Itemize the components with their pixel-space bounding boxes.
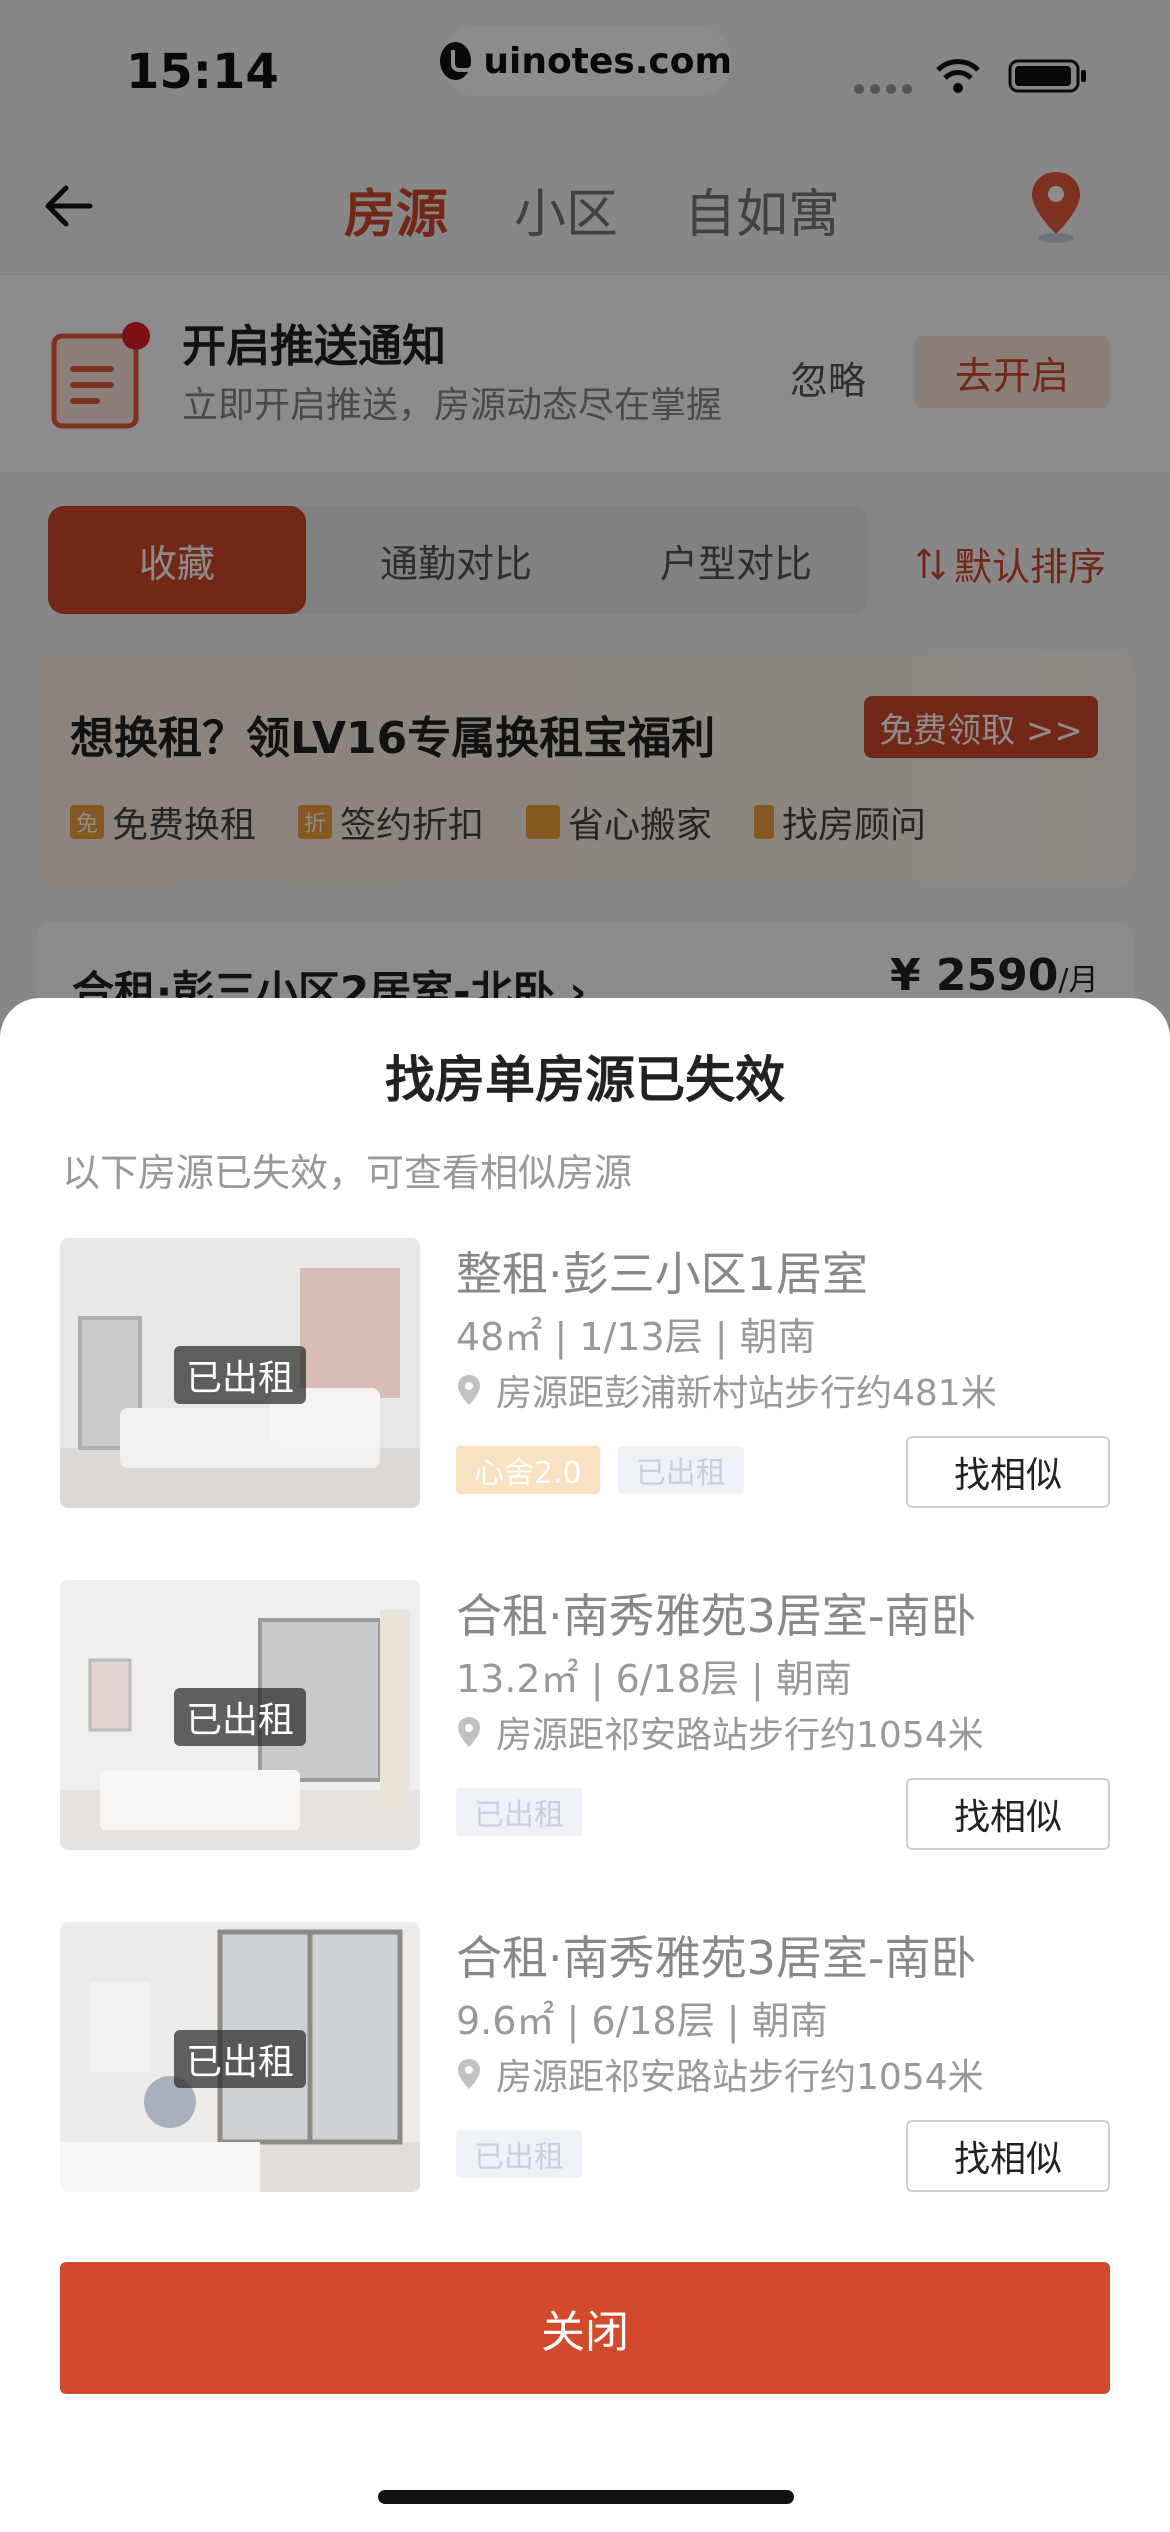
home-indicator[interactable] (378, 2490, 794, 2504)
map-pin-icon (458, 2059, 480, 2089)
listing-photo[interactable]: 已出租 (60, 1580, 420, 1850)
listing-meta: 13.2㎡ | 6/18层 | 朝南 (456, 1657, 852, 1701)
rented-tag: 已出租 (456, 1788, 582, 1836)
listing-location: 房源距祁安路站步行约1054米 (456, 2048, 984, 2100)
rented-overlay-label: 已出租 (174, 2030, 306, 2088)
listing-title[interactable]: 整租·彭三小区1居室 (456, 1238, 868, 1304)
listing-photo[interactable]: 已出租 (60, 1922, 420, 2192)
find-similar-button[interactable]: 找相似 (906, 2120, 1110, 2192)
rented-tag: 已出租 (617, 1446, 744, 1494)
location-text: 房源距祁安路站步行约1054米 (496, 1715, 984, 1756)
close-button[interactable]: 关闭 (60, 2262, 1110, 2394)
map-pin-icon (458, 1375, 480, 1405)
listing-tags: 心舍2.0 已出租 (456, 1446, 744, 1494)
listing-title[interactable]: 合租·南秀雅苑3居室-南卧 (456, 1580, 977, 1646)
find-similar-button[interactable]: 找相似 (906, 1778, 1110, 1850)
find-similar-button[interactable]: 找相似 (906, 1436, 1110, 1508)
rented-overlay-label: 已出租 (174, 1346, 306, 1404)
location-text: 房源距祁安路站步行约1054米 (496, 2057, 984, 2098)
listing-meta: 48㎡ | 1/13层 | 朝南 (456, 1315, 816, 1359)
listing-location: 房源距祁安路站步行约1054米 (456, 1706, 984, 1758)
listing-location: 房源距彭浦新村站步行约481米 (456, 1364, 997, 1416)
feature-tag: 心舍2.0 (456, 1446, 600, 1494)
listing-tags: 已出租 (456, 1788, 582, 1836)
listing-card: 已出租 合租·南秀雅苑3居室-南卧 9.6㎡ | 6/18层 | 朝南 房源距祁… (0, 1922, 1170, 2202)
sheet-subtitle: 以下房源已失效，可查看相似房源 (62, 1151, 633, 1195)
sheet-title: 找房单房源已失效 (385, 1051, 785, 1109)
listing-card: 已出租 整租·彭三小区1居室 48㎡ | 1/13层 | 朝南 房源距彭浦新村站… (0, 1238, 1170, 1518)
location-text: 房源距彭浦新村站步行约481米 (496, 1373, 997, 1414)
rented-tag: 已出租 (456, 2130, 582, 2178)
listing-photo[interactable]: 已出租 (60, 1238, 420, 1508)
map-pin-icon (458, 1717, 480, 1747)
listing-meta: 9.6㎡ | 6/18层 | 朝南 (456, 1999, 828, 2043)
listing-card: 已出租 合租·南秀雅苑3居室-南卧 13.2㎡ | 6/18层 | 朝南 房源距… (0, 1580, 1170, 1860)
rented-overlay-label: 已出租 (174, 1688, 306, 1746)
listing-tags: 已出租 (456, 2130, 582, 2178)
listing-title[interactable]: 合租·南秀雅苑3居室-南卧 (456, 1922, 977, 1988)
